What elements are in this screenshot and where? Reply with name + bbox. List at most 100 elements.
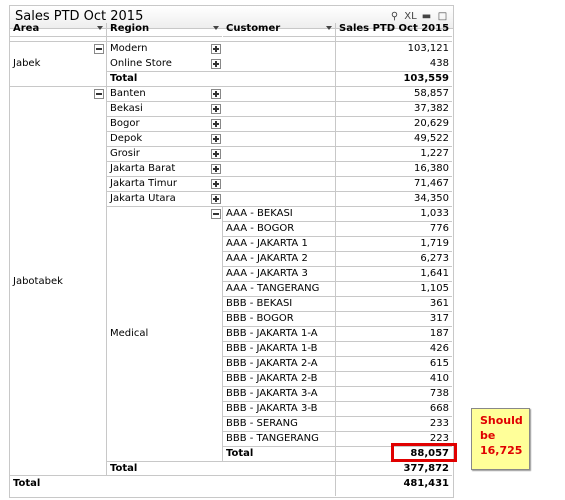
- medical-total-label: Total: [226, 448, 254, 459]
- sales-value: 187: [429, 328, 449, 339]
- column-header-area[interactable]: Area: [10, 23, 106, 37]
- region-label: Depok: [110, 133, 143, 144]
- sales-value: 361: [429, 298, 449, 309]
- customer-label: BBB - BOGOR: [226, 313, 294, 324]
- sales-value: 668: [429, 403, 449, 414]
- row-divider: [223, 386, 452, 387]
- chart-title: Sales PTD Oct 2015: [15, 9, 144, 24]
- region-label: Online Store: [110, 58, 172, 69]
- sales-value: 233: [429, 418, 449, 429]
- expand-icon[interactable]: [211, 119, 221, 129]
- grand-total-value: 481,431: [403, 478, 449, 489]
- region-label: Banten: [110, 88, 146, 99]
- column-header-region[interactable]: Region: [107, 23, 222, 37]
- expand-icon[interactable]: [211, 89, 221, 99]
- dropdown-arrow-icon[interactable]: [97, 26, 103, 30]
- minimize-icon[interactable]: ▬: [420, 10, 433, 23]
- row-divider: [107, 131, 452, 132]
- customer-label: BBB - JAKARTA 2-A: [226, 358, 318, 369]
- column-header-sales[interactable]: Sales PTD Oct 2015: [336, 23, 452, 37]
- area-jabotabek: Jabotabek: [13, 276, 63, 287]
- customer-label: AAA - JAKARTA 3: [226, 268, 308, 279]
- expand-icon[interactable]: [211, 179, 221, 189]
- sales-value: 16,380: [414, 163, 449, 174]
- customer-label: BBB - JAKARTA 1-B: [226, 343, 318, 354]
- export-excel-icon[interactable]: XL: [404, 10, 417, 23]
- sales-value: 58,857: [414, 88, 449, 99]
- region-label: Bekasi: [110, 103, 143, 114]
- expand-icon[interactable]: [211, 164, 221, 174]
- row-divider: [223, 371, 452, 372]
- collapse-icon[interactable]: [211, 209, 221, 219]
- sales-value: 20,629: [414, 118, 449, 129]
- sales-value: 410: [429, 373, 449, 384]
- sales-value: 776: [429, 223, 449, 234]
- region-label: Jakarta Timur: [110, 178, 177, 189]
- dropdown-arrow-icon[interactable]: [326, 26, 332, 30]
- subtotal-label: Total: [110, 463, 138, 474]
- customer-label: BBB - BEKASI: [226, 298, 293, 309]
- column-header-customer[interactable]: Customer: [223, 23, 335, 37]
- expand-icon[interactable]: [211, 194, 221, 204]
- subtotal-label: Total: [110, 73, 138, 84]
- sales-value: 615: [429, 358, 449, 369]
- row-divider: [107, 176, 452, 177]
- sales-value: 426: [429, 343, 449, 354]
- customer-label: BBB - SERANG: [226, 418, 298, 429]
- row-divider: [223, 281, 452, 282]
- row-divider: [223, 296, 452, 297]
- row-divider: [107, 101, 452, 102]
- expand-icon[interactable]: [211, 44, 221, 54]
- sales-value: 738: [429, 388, 449, 399]
- subtotal-value: 103,559: [403, 73, 449, 84]
- row-divider: [107, 116, 452, 117]
- expand-icon[interactable]: [211, 59, 221, 69]
- collapse-icon[interactable]: [94, 44, 104, 54]
- sales-value: 1,641: [420, 268, 449, 279]
- customer-label: AAA - JAKARTA 1: [226, 238, 308, 249]
- grand-total-label: Total: [13, 478, 41, 489]
- region-label: Jakarta Barat: [110, 163, 176, 174]
- sales-value: 317: [429, 313, 449, 324]
- sales-value: 37,382: [414, 103, 449, 114]
- customer-label: BBB - TANGERANG: [226, 433, 319, 444]
- sales-value: 103,121: [407, 43, 449, 54]
- sales-value: 34,350: [414, 193, 449, 204]
- customer-label: AAA - BOGOR: [226, 223, 295, 234]
- region-label: Modern: [110, 43, 148, 54]
- row-divider: [223, 251, 452, 252]
- expand-icon[interactable]: [211, 104, 221, 114]
- sales-value: 1,105: [420, 283, 449, 294]
- dropdown-arrow-icon[interactable]: [213, 26, 219, 30]
- row-divider: [223, 236, 452, 237]
- row-divider: [223, 416, 452, 417]
- expand-icon[interactable]: [211, 149, 221, 159]
- customer-label: BBB - JAKARTA 1-A: [226, 328, 318, 339]
- row-divider: [107, 161, 452, 162]
- expand-icon[interactable]: [211, 134, 221, 144]
- maximize-icon[interactable]: □: [436, 10, 449, 23]
- customer-label: AAA - BEKASI: [226, 208, 293, 219]
- customer-label: BBB - JAKARTA 3-A: [226, 388, 318, 399]
- customer-label: AAA - JAKARTA 2: [226, 253, 308, 264]
- sales-value: 71,467: [414, 178, 449, 189]
- sales-value: 6,273: [420, 253, 449, 264]
- region-label: Bogor: [110, 118, 140, 129]
- customer-label: BBB - JAKARTA 2-B: [226, 373, 318, 384]
- search-icon[interactable]: ⚲: [388, 10, 401, 23]
- row-divider: [223, 341, 452, 342]
- row-divider: [107, 191, 452, 192]
- row-divider: [223, 221, 452, 222]
- region-label: Grosir: [110, 148, 140, 159]
- collapse-icon[interactable]: [94, 89, 104, 99]
- sales-value: 438: [429, 58, 449, 69]
- row-divider: [223, 431, 452, 432]
- row-divider: [223, 401, 452, 402]
- sales-value: 1,033: [420, 208, 449, 219]
- sales-value: 49,522: [414, 133, 449, 144]
- area-jabek: Jabek: [13, 58, 41, 69]
- annotation-note: Should be 16,725: [471, 408, 530, 470]
- row-divider: [223, 311, 452, 312]
- highlight-box: [391, 443, 457, 462]
- sales-value: 1,719: [420, 238, 449, 249]
